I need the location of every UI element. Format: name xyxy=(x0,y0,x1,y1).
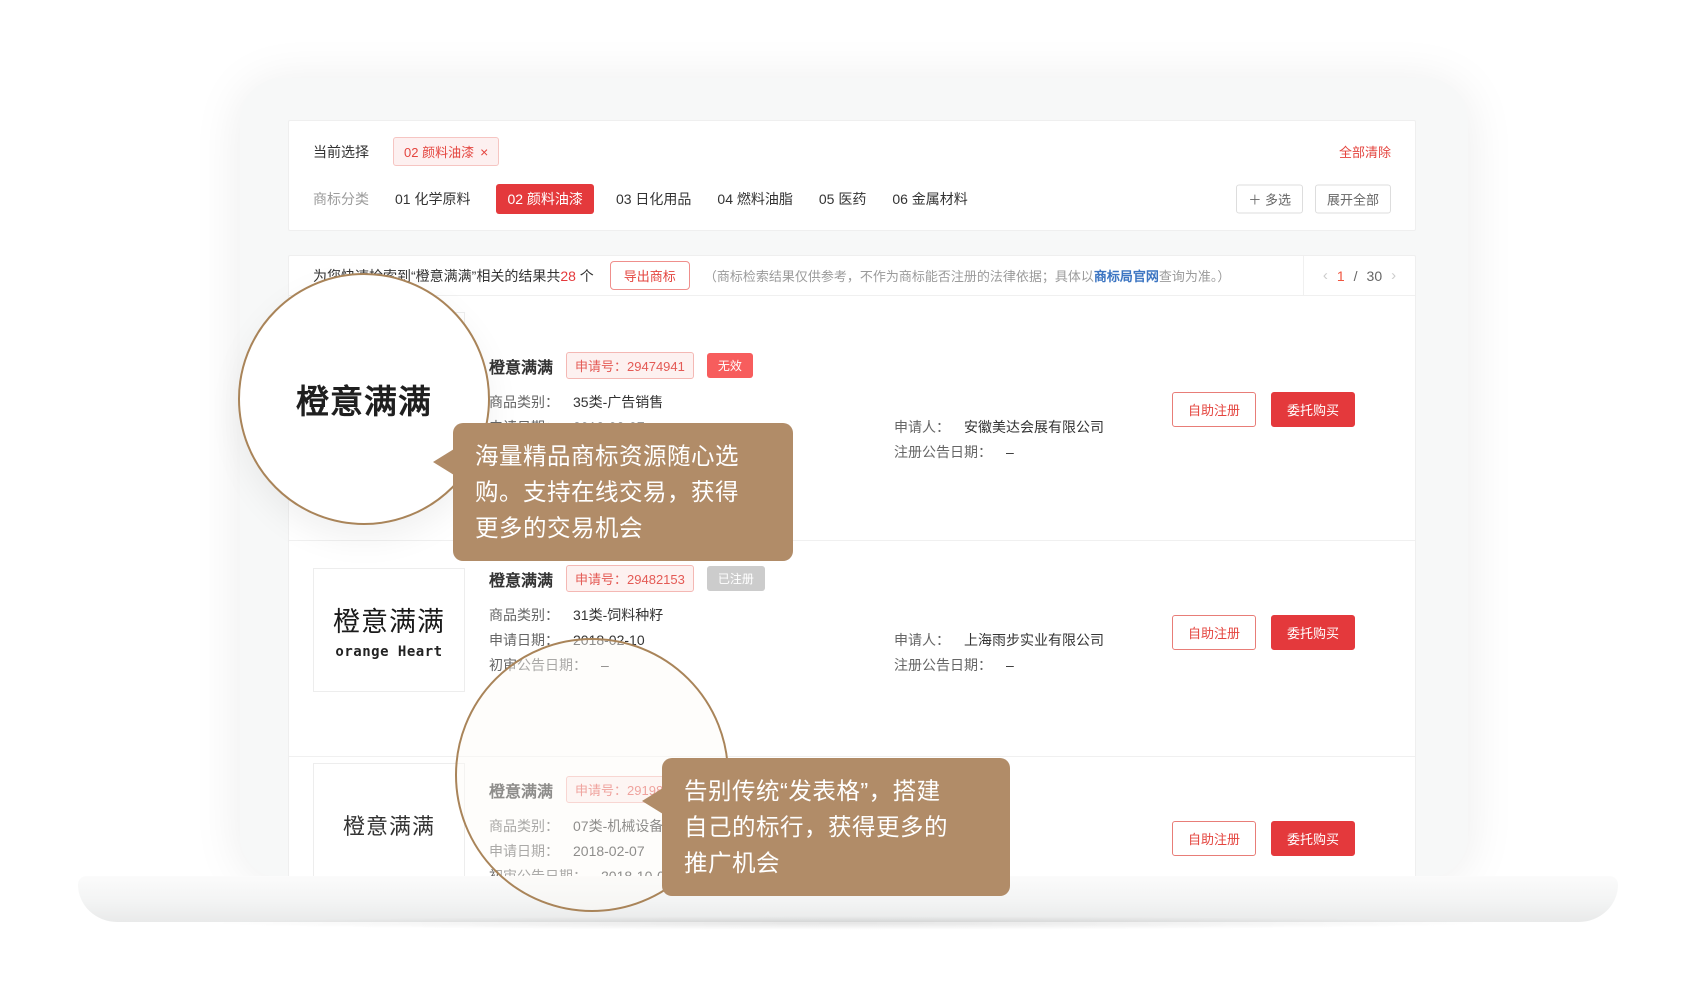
export-trademark-button[interactable]: 导出商标 xyxy=(610,261,690,290)
category-field-value: 35类-广告销售 xyxy=(573,394,663,410)
applicant-label: 申请人： xyxy=(894,419,950,435)
apply-date-value: 2018-02-07 xyxy=(573,843,645,859)
category-item-04[interactable]: 04 燃料油脂 xyxy=(717,189,792,209)
category-field-value: 07类-机械设备 xyxy=(573,818,663,834)
category-field-label: 商品类别： xyxy=(489,818,559,834)
category-field-label: 商品类别： xyxy=(489,394,559,410)
trademark-logo-text: 橙意满满 xyxy=(333,600,445,639)
expand-all-button[interactable]: 展开全部 xyxy=(1315,185,1391,214)
status-badge-invalid: 无效 xyxy=(707,353,753,378)
page-separator: / xyxy=(1354,268,1358,284)
next-page-icon[interactable]: › xyxy=(1391,267,1396,284)
current-selection-row: 当前选择 02 颜料油漆 × 全部清除 xyxy=(313,137,1391,166)
apply-date-label: 申请日期： xyxy=(489,632,559,648)
applicant-label: 申请人： xyxy=(894,632,950,648)
entrust-buy-button[interactable]: 委托购买 xyxy=(1271,821,1355,856)
status-badge-registered: 已注册 xyxy=(707,566,765,591)
category-item-06[interactable]: 06 金属材料 xyxy=(892,189,967,209)
application-number-tag: 申请号：29474941 xyxy=(566,352,694,379)
first-announce-label: 初审公告日期： xyxy=(489,657,587,673)
applicant-value: 上海雨步实业有限公司 xyxy=(964,632,1104,648)
reg-announce-label: 注册公告日期： xyxy=(894,444,992,460)
trademark-logo-subtext: orange Heart xyxy=(335,644,442,660)
category-label: 商标分类 xyxy=(313,189,369,209)
category-actions: ＋ 多选 展开全部 xyxy=(1236,185,1391,214)
selected-filter-tag-text: 02 颜料油漆 xyxy=(404,142,474,161)
result-row-2: 橙意满满 orange Heart 橙意满满 申请号：29482153 已注册 … xyxy=(289,541,1415,757)
reg-announce-label: 注册公告日期： xyxy=(894,657,992,673)
first-announce-value: – xyxy=(601,657,609,673)
results-disclaimer: （商标检索结果仅供参考，不作为商标能否注册的法律依据；具体以商标局官网查询为准。… xyxy=(704,266,1231,285)
prev-page-icon[interactable]: ‹ xyxy=(1323,267,1328,284)
trademark-image-3: 橙意满满 xyxy=(313,763,465,878)
pagination: ‹ 1 / 30 › xyxy=(1303,256,1415,295)
tooltip-line: 购。支持在线交易，获得 xyxy=(475,474,771,510)
trademark-name: 橙意满满 xyxy=(489,354,553,378)
results-count: 28 xyxy=(560,268,576,284)
category-item-05[interactable]: 05 医药 xyxy=(819,189,866,209)
category-field-label: 商品类别： xyxy=(489,607,559,623)
apply-date-label: 申请日期： xyxy=(489,843,559,859)
tooltip-line: 海量精品商标资源随心选 xyxy=(475,438,771,474)
total-pages: 30 xyxy=(1367,268,1383,284)
apply-date-value: 2018-02-10 xyxy=(573,632,645,648)
multi-select-button[interactable]: ＋ 多选 xyxy=(1236,185,1303,214)
magnified-trademark-text: 橙意满满 xyxy=(296,375,432,423)
trademark-name: 橙意满满 xyxy=(489,778,553,802)
application-number-tag: 申请号：29482153 xyxy=(566,565,694,592)
entrust-buy-button[interactable]: 委托购买 xyxy=(1271,392,1355,427)
category-item-02-selected[interactable]: 02 颜料油漆 xyxy=(496,184,593,214)
current-page: 1 xyxy=(1337,268,1345,284)
tooltip-line: 推广机会 xyxy=(684,845,988,881)
self-register-button[interactable]: 自助注册 xyxy=(1172,615,1256,650)
remove-filter-icon[interactable]: × xyxy=(480,145,488,159)
self-register-button[interactable]: 自助注册 xyxy=(1172,392,1256,427)
tooltip-line: 告别传统“发表格”，搭建 xyxy=(684,773,988,809)
category-item-01[interactable]: 01 化学原料 xyxy=(395,189,470,209)
self-register-button[interactable]: 自助注册 xyxy=(1172,821,1256,856)
trademark-name: 橙意满满 xyxy=(489,567,553,591)
category-field-value: 31类-饲料种籽 xyxy=(573,607,663,623)
trademark-image-2: 橙意满满 orange Heart xyxy=(313,568,465,692)
filter-card: 当前选择 02 颜料油漆 × 全部清除 商标分类 01 化学原料 02 颜料油漆… xyxy=(288,120,1416,231)
category-row: 商标分类 01 化学原料 02 颜料油漆 03 日化用品 04 燃料油脂 05 … xyxy=(313,184,1391,214)
applicant-value: 安徽美达会展有限公司 xyxy=(964,419,1104,435)
entrust-buy-button[interactable]: 委托购买 xyxy=(1271,615,1355,650)
trademark-details-2: 橙意满满 申请号：29482153 已注册 商品类别： 31类-饲料种籽 申请日期… xyxy=(489,565,1125,680)
tooltip-line: 更多的交易机会 xyxy=(475,510,771,546)
clear-all-button[interactable]: 全部清除 xyxy=(1339,142,1391,161)
trademark-logo-text: 橙意满满 xyxy=(343,809,435,841)
tooltip-line: 自己的标行，获得更多的 xyxy=(684,809,988,845)
category-item-03[interactable]: 03 日化用品 xyxy=(616,189,691,209)
reg-announce-value: – xyxy=(1006,444,1014,460)
selected-filter-tag[interactable]: 02 颜料油漆 × xyxy=(393,137,499,166)
reg-announce-value: – xyxy=(1006,657,1014,673)
tooltip-marketplace: 海量精品商标资源随心选 购。支持在线交易，获得 更多的交易机会 xyxy=(453,423,793,561)
tooltip-promotion: 告别传统“发表格”，搭建 自己的标行，获得更多的 推广机会 xyxy=(662,758,1010,896)
results-header: 为您快速检索到“橙意满满”相关的结果共28 个 导出商标 （商标检索结果仅供参考… xyxy=(289,256,1415,296)
tooltip-arrow-left-icon xyxy=(433,449,454,475)
trademark-office-link[interactable]: 商标局官网 xyxy=(1094,269,1159,284)
tooltip-arrow-left-icon xyxy=(642,788,663,814)
current-selection-label: 当前选择 xyxy=(313,142,369,162)
